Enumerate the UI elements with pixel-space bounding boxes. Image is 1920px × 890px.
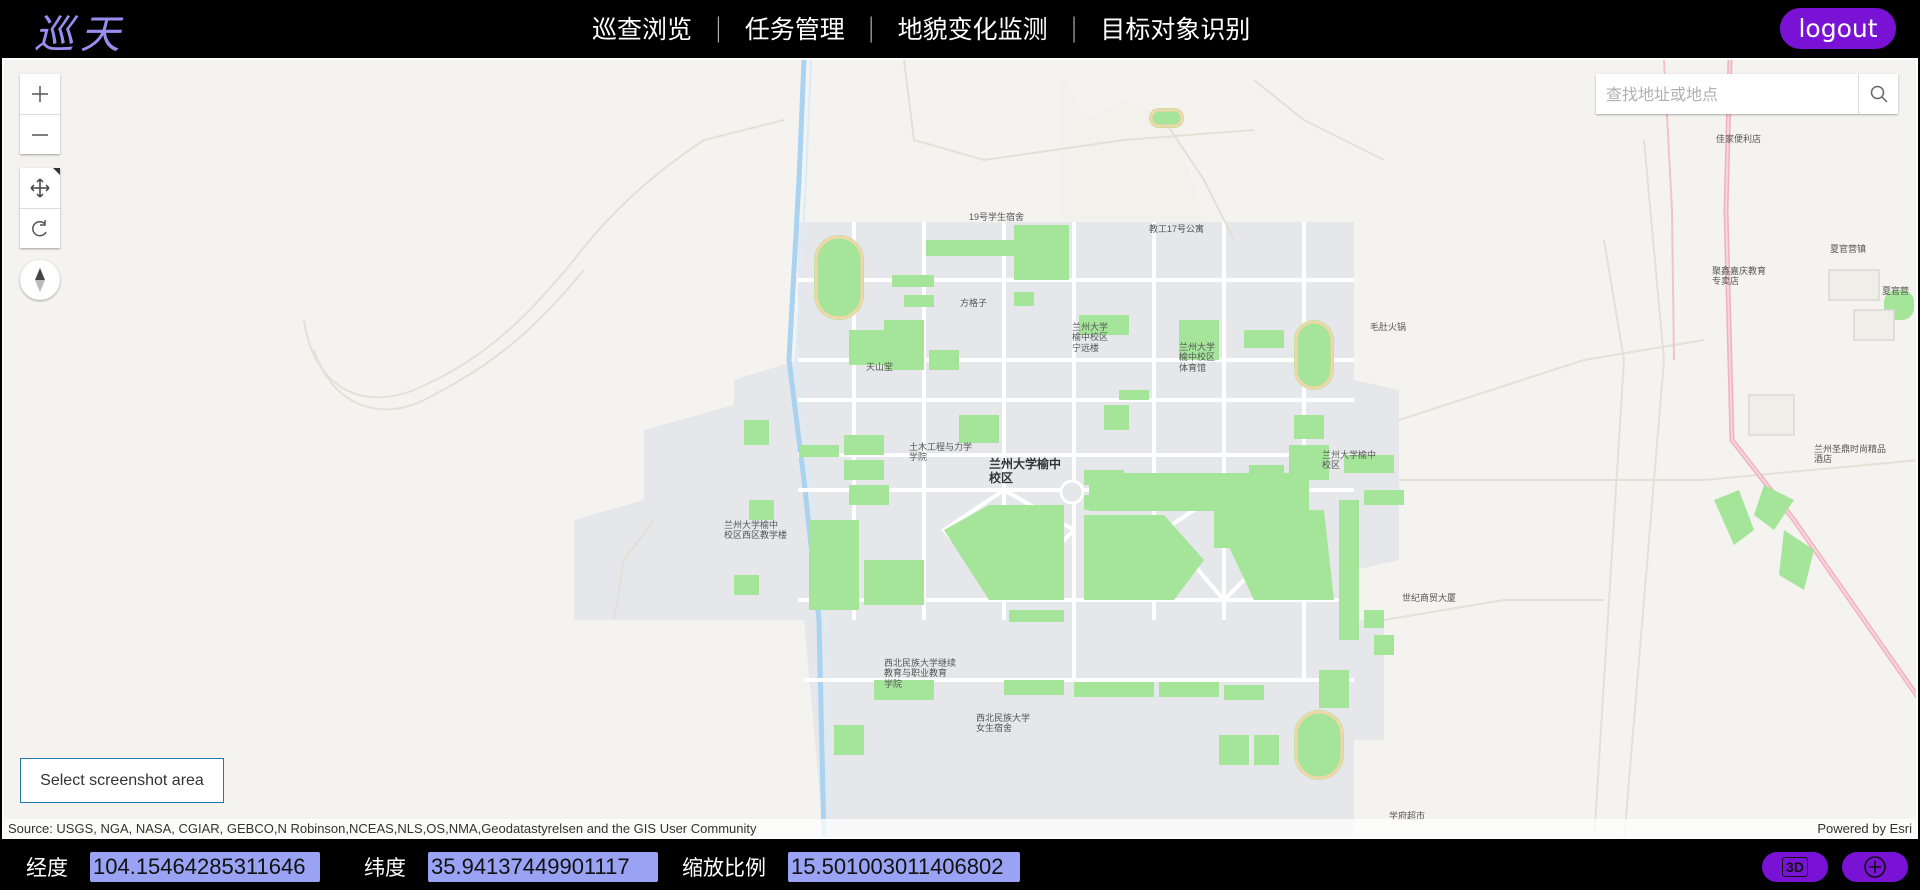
map-label: 夏官营: [1882, 286, 1910, 296]
map-label: 西北民族大学继续 教育与职业教育 学院: [884, 658, 957, 689]
search-button[interactable]: [1858, 74, 1898, 114]
pan-icon: [30, 178, 50, 198]
zoom-scale-value: 15.501003011406802: [788, 851, 1020, 882]
zoom-in-button[interactable]: [20, 74, 60, 114]
select-screenshot-area-button[interactable]: Select screenshot area: [20, 758, 224, 803]
map-label: 天山堂: [866, 362, 894, 372]
nav-divider: |: [714, 13, 723, 43]
zoom-out-button[interactable]: [20, 114, 60, 154]
nav-landform-monitoring[interactable]: 地貌变化监测: [876, 10, 1070, 46]
map-label: 聚鑫嘉庆教育 专卖店: [1712, 266, 1767, 287]
nav-divider: |: [1069, 13, 1079, 43]
map-label: 教工17号公寓: [1149, 224, 1205, 234]
search-input[interactable]: [1596, 74, 1858, 114]
map-label: 兰州大学榆中 校区: [1322, 450, 1377, 471]
compass-button[interactable]: [20, 260, 60, 300]
campus-title-label: 兰州大学榆中 校区: [989, 457, 1062, 485]
logout-button[interactable]: logout: [1780, 8, 1896, 49]
navigation-toggle: [20, 168, 60, 248]
latitude-label: 纬度: [364, 855, 406, 880]
map-label: 兰州大学榆中 校区西区教学楼: [724, 520, 788, 541]
toggle-3d-button[interactable]: 3D: [1762, 852, 1828, 882]
status-bar: 经度 104.15464285311646 纬度 35.941374499011…: [0, 843, 1920, 890]
map-label: 兰州大学 榆中校区 体育馆: [1179, 342, 1216, 373]
plus-circle-icon: [1864, 856, 1886, 878]
nav-divider: |: [866, 13, 876, 43]
map-label: 夏官营镇: [1830, 244, 1867, 254]
map-label: 世纪商贸大厦: [1402, 593, 1457, 603]
attribution-source: Source: USGS, NGA, NASA, CGIAR, GEBCO,N …: [8, 820, 757, 836]
nav-target-recognition[interactable]: 目标对象识别: [1078, 10, 1272, 46]
add-button[interactable]: [1842, 852, 1908, 882]
map-search: [1596, 74, 1898, 114]
map-label: 兰州大学 榆中校区 宁远楼: [1072, 322, 1109, 353]
app-logo: 巡天: [34, 12, 126, 58]
map-label: 兰州圣鼎时尚精品 酒店: [1814, 444, 1887, 465]
zoom-controls: [20, 74, 60, 154]
rotate-icon: [32, 219, 47, 236]
rotate-button[interactable]: [20, 208, 60, 248]
map-label: 19号学生宿舍: [969, 212, 1025, 222]
top-bar: 巡天 巡查浏览 | 任务管理 | 地貌变化监测 | 目标对象识别 logout: [0, 0, 1920, 58]
map-label: 方格子: [960, 298, 988, 308]
map-attribution: Source: USGS, NGA, NASA, CGIAR, GEBCO,N …: [4, 819, 1916, 837]
minus-icon: [32, 133, 48, 136]
map-label: 西北民族大学 女生宿舍: [976, 713, 1031, 734]
longitude-label: 经度: [26, 855, 68, 880]
map-label: 毛肚火锅: [1370, 322, 1407, 332]
expand-corner-icon: [53, 168, 60, 175]
compass-icon: [35, 268, 45, 292]
map-view[interactable]: 19号学生宿舍 教工17号公寓 兰州大学 榆中校区 宁远楼 兰州大学 榆中校区 …: [2, 58, 1918, 839]
main-nav: 巡查浏览 | 任务管理 | 地貌变化监测 | 目标对象识别: [570, 0, 1272, 56]
latitude-value: 35.94137449901117: [428, 851, 658, 882]
nav-patrol-browse[interactable]: 巡查浏览: [570, 10, 714, 46]
longitude-value: 104.15464285311646: [90, 851, 320, 882]
nav-task-management[interactable]: 任务管理: [723, 10, 867, 46]
plus-icon: [32, 86, 48, 102]
3d-icon: 3D: [1782, 857, 1808, 877]
map-label: 佳家便利店: [1716, 134, 1762, 144]
map-label: 土木工程与力学 学院: [909, 442, 973, 463]
search-icon: [1870, 85, 1888, 103]
zoom-scale-label: 缩放比例: [682, 855, 766, 880]
attribution-powered-by[interactable]: Powered by Esri: [1817, 821, 1912, 836]
